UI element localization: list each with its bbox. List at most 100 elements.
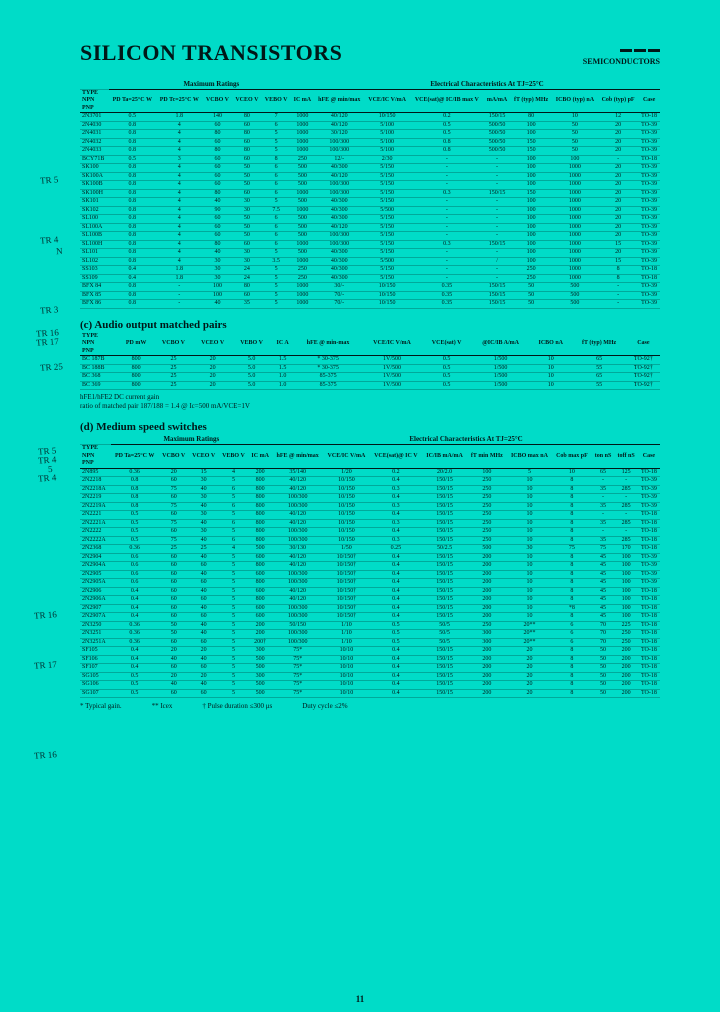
table-row: BC 188B80025205.01.5* 30-3751V/5000.51/5… xyxy=(80,364,660,373)
table-cell: BC 369 xyxy=(80,381,118,390)
table-cell: *8 xyxy=(552,604,592,613)
table-cell: 0.4 xyxy=(370,647,423,656)
column-header: Case xyxy=(638,89,660,113)
column-header: TYPENPNPNP xyxy=(80,89,109,113)
table-cell: 150/15 xyxy=(422,604,467,613)
table-cell: 60 xyxy=(189,613,219,622)
table-row: SK100A0.846050650040/1205/150--100100020… xyxy=(80,172,660,181)
table-cell: 40 xyxy=(189,621,219,630)
table-cell: TO-18 xyxy=(638,613,660,622)
table-cell: 75 xyxy=(159,536,189,545)
table-cell: 100 xyxy=(510,181,552,190)
table-cell: 100 xyxy=(510,172,552,181)
table-cell: 150/15 xyxy=(422,570,467,579)
table-cell: 100 xyxy=(614,570,637,579)
table-cell: 40/300 xyxy=(314,198,364,207)
table-cell: - xyxy=(484,232,510,241)
table-cell: 20 xyxy=(193,356,232,365)
table-cell: 8 xyxy=(552,494,592,503)
table-cell: 10 xyxy=(507,596,552,605)
column-header: TYPENPNPNP xyxy=(80,445,111,469)
table-cell: 1000 xyxy=(552,223,598,232)
table-cell: 0.5 xyxy=(111,511,159,520)
table-cell: - xyxy=(156,300,203,309)
table-cell: 80 xyxy=(203,147,232,156)
matched-pair-note: hFE1/hFE2 DC current gainratio of matche… xyxy=(80,393,660,411)
table-cell: 50 xyxy=(552,138,598,147)
table-cell: TO-18 xyxy=(638,638,660,647)
table-cell: 10 xyxy=(507,604,552,613)
table-cell: 500 xyxy=(291,223,314,232)
table-cell: 50 xyxy=(552,130,598,139)
table-cell: 35 xyxy=(592,536,615,545)
handwritten-annotation: TR 4 xyxy=(38,472,57,483)
column-header: Case xyxy=(627,333,660,356)
table-cell: 6 xyxy=(262,240,291,249)
table-cell: 250 xyxy=(291,274,314,283)
table-cell: TO-39 xyxy=(638,198,660,207)
table-cell: 0.5 xyxy=(111,689,159,698)
table-cell: 50 xyxy=(592,672,615,681)
table-cell: 20 xyxy=(189,647,219,656)
table-cell: 500 xyxy=(291,249,314,258)
table-cell: TO-18 xyxy=(638,689,660,698)
table-cell: 0.2 xyxy=(410,113,484,122)
table-cell: 2N4030 xyxy=(80,121,109,130)
table-cell: 800 xyxy=(248,536,272,545)
column-header: VCBO V xyxy=(159,445,189,469)
table-cell: 6 xyxy=(262,121,291,130)
table-cell: 60 xyxy=(203,164,232,173)
table-cell: 0.4 xyxy=(370,655,423,664)
table-cell: 10 xyxy=(507,485,552,494)
table-cell: 0.6 xyxy=(111,579,159,588)
table-cell: 80 xyxy=(510,113,552,122)
table-cell: 500 xyxy=(248,545,272,554)
table-cell: 0.3 xyxy=(410,240,484,249)
table-cell: 200 xyxy=(467,613,507,622)
table-cell: 1000 xyxy=(552,240,598,249)
table-cell: 30 xyxy=(232,257,261,266)
table-row: 2N2221A0.57540680040/12010/1500.3150/152… xyxy=(80,519,660,528)
table-cell: 10 xyxy=(507,494,552,503)
table-row: SS1030.41.83024525040/3005/150--25010008… xyxy=(80,266,660,275)
table-cell: 10 xyxy=(507,587,552,596)
table-cell: 1000 xyxy=(291,113,314,122)
table-cell: 250 xyxy=(291,155,314,164)
table-cell: 20** xyxy=(507,638,552,647)
table-cell: 800 xyxy=(248,511,272,520)
table-cell: 40/120 xyxy=(272,485,323,494)
table-cell: 20 xyxy=(598,232,638,241)
table-row: SK100H0.84806061000100/3005/1500.3150/15… xyxy=(80,189,660,198)
table-cell: 0.8 xyxy=(109,240,156,249)
table-cell: 0.5 xyxy=(111,528,159,537)
table-cell: 2N2221A xyxy=(80,519,111,528)
table-cell: 150 xyxy=(510,147,552,156)
table-cell: 10/150 xyxy=(323,519,369,528)
table-cell: 1/10 xyxy=(323,638,369,647)
table-cell: 20 xyxy=(598,215,638,224)
column-header: hFE @ min/max xyxy=(272,445,323,469)
table-cell: 8 xyxy=(262,155,291,164)
table-cell: 60 xyxy=(159,596,189,605)
table-cell: TO-39 xyxy=(638,570,660,579)
table-cell: 2N2219 xyxy=(80,494,111,503)
table-cell: 2N2219A xyxy=(80,502,111,511)
column-header: VCE(sat) V xyxy=(422,333,471,356)
table-cell: 500 xyxy=(248,689,272,698)
table-cell: 1000 xyxy=(291,138,314,147)
table-cell: 1000 xyxy=(291,283,314,292)
table-cell: 100/300 xyxy=(272,502,323,511)
table-row: 2N2906A0.46060580040/12010/150†0.4150/15… xyxy=(80,596,660,605)
table-cell: 24 xyxy=(232,266,261,275)
handwritten-annotation: TR 16 xyxy=(34,609,57,621)
table-cell: 500 xyxy=(467,545,507,554)
table-cell: 150/15 xyxy=(422,613,467,622)
table-cell: 60 xyxy=(159,477,189,486)
table-row: 2N22190.860305800100/30010/1500.4150/152… xyxy=(80,494,660,503)
table-cell: 40/300 xyxy=(314,274,364,283)
table-cell: 50 xyxy=(510,300,552,309)
table-cell: 40/120 xyxy=(272,587,323,596)
table-cell: 40/120 xyxy=(272,553,323,562)
table-cell: 10 xyxy=(552,113,598,122)
handwritten-annotation: TR 3 xyxy=(40,304,59,315)
